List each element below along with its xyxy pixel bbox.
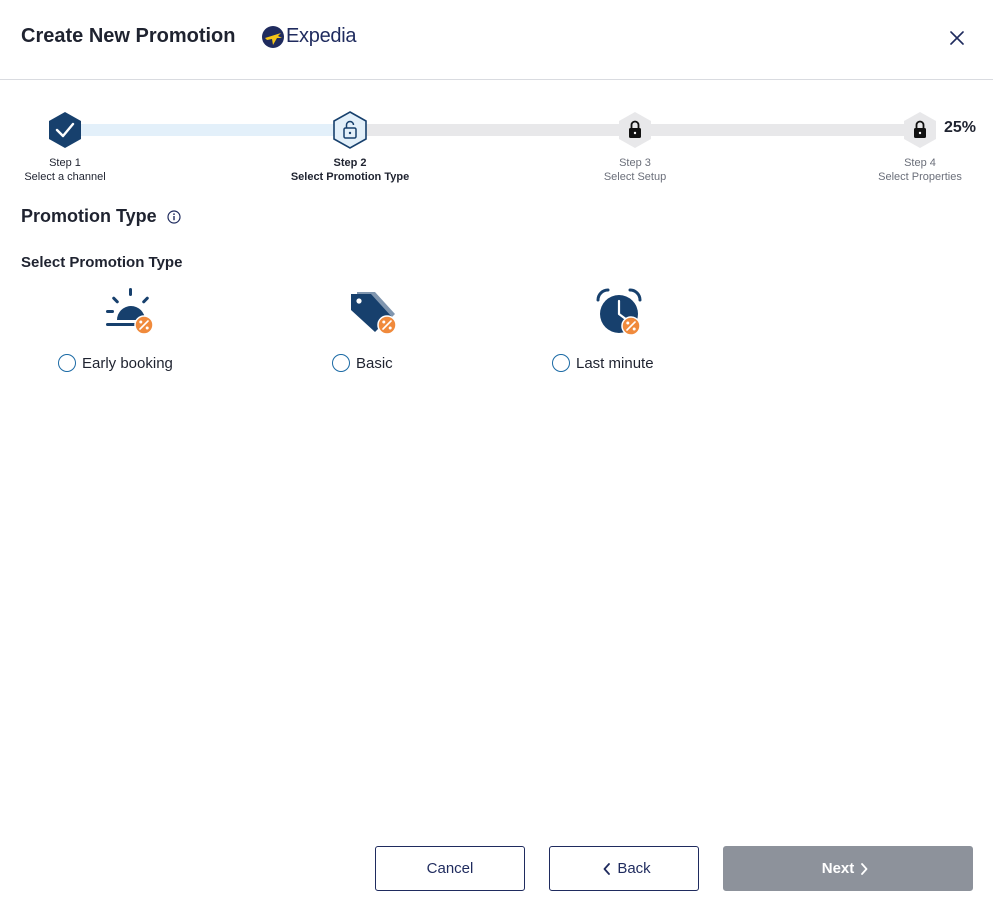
modal-header: Create New Promotion Expedia [0,0,993,80]
section-title: Promotion Type [21,206,181,227]
step-2-label: Select Promotion Type [290,171,410,183]
step-1-check-icon [49,112,81,148]
step-4-label: Select Properties [878,171,962,183]
early-booking-radio[interactable] [58,354,76,372]
cancel-button[interactable]: Cancel [375,846,525,891]
progress-track-completed [65,124,350,136]
back-button-label: Back [617,860,651,877]
next-button-label: Next [821,860,855,877]
sunrise-discount-icon [106,288,154,335]
step-1-number: Step 1 [49,157,81,169]
option-basic[interactable]: Basic [332,354,393,372]
cancel-button-label: Cancel [426,860,474,877]
step-3-lock-icon [619,112,651,148]
step-4-number: Step 4 [904,157,936,169]
close-button[interactable] [943,24,971,52]
early-booking-label: Early booking [82,354,173,372]
back-button[interactable]: Back [549,846,699,891]
next-button[interactable]: Next [723,846,973,891]
progress-percent: 25% [944,119,977,136]
option-early-booking[interactable]: Early booking [58,354,173,372]
step-2-number: Step 2 [333,157,367,169]
step-2-unlock-icon [333,111,367,149]
step-1-label: Select a channel [24,171,106,183]
step-4-lock-icon [904,112,936,148]
expedia-plane-icon [262,25,284,48]
section-title-text: Promotion Type [21,206,157,226]
chevron-right-icon [861,862,868,875]
step-3-number: Step 3 [619,157,651,169]
tags-discount-icon [351,292,397,335]
last-minute-label: Last minute [576,354,654,372]
basic-label: Basic [356,354,393,372]
brand-name: Expedia [286,25,357,47]
basic-radio[interactable] [332,354,350,372]
chevron-left-icon [603,862,611,875]
close-icon [950,31,964,45]
step-3-label: Select Setup [603,171,667,183]
last-minute-radio[interactable] [552,354,570,372]
page-title: Create New Promotion [21,25,236,47]
info-icon[interactable] [167,209,181,224]
alarm-clock-discount-icon [596,288,642,336]
option-last-minute[interactable]: Last minute [552,354,654,372]
brand-logo: Expedia [262,25,356,48]
promotion-type-subtitle: Select Promotion Type [21,254,183,271]
